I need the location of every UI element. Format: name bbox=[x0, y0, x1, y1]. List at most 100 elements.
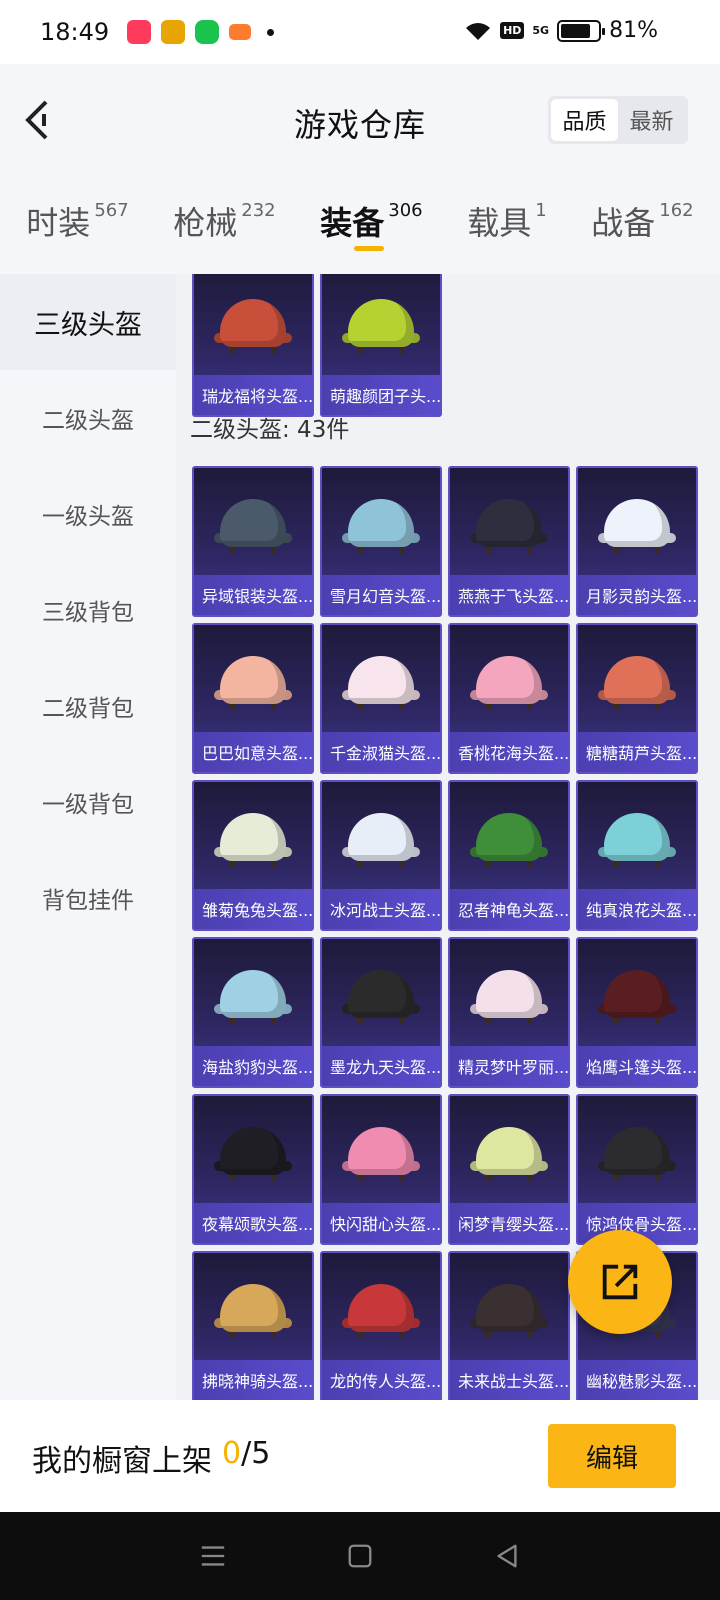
item-card[interactable]: 瑞龙福将头盔... bbox=[192, 274, 314, 417]
sidebar-item-level2-helmet[interactable]: 二级头盔 bbox=[0, 370, 176, 466]
share-icon bbox=[602, 1264, 638, 1300]
item-helmet-icon bbox=[342, 1121, 420, 1181]
item-thumbnail bbox=[194, 468, 312, 578]
item-card[interactable]: 闲梦青缨头盔... bbox=[448, 1094, 570, 1245]
item-thumbnail bbox=[322, 1096, 440, 1206]
notification-icons bbox=[127, 20, 275, 44]
item-content[interactable]: 瑞龙福将头盔... 萌趣颜团子头... 二级头盔: 43件 异域银装头盔... 雪月… bbox=[176, 274, 720, 1400]
sidebar-item-level1-helmet[interactable]: 一级头盔 bbox=[0, 466, 176, 562]
item-card[interactable]: 萌趣颜团子头... bbox=[320, 274, 442, 417]
helmet-dome bbox=[476, 1127, 542, 1175]
tab-fashion[interactable]: 时装 567 bbox=[26, 170, 128, 274]
item-card[interactable]: 海盐豹豹头盔... bbox=[192, 937, 314, 1088]
item-name: 墨龙九天头盔... bbox=[322, 1046, 440, 1086]
item-thumbnail bbox=[578, 939, 696, 1049]
item-name: 闲梦青缨头盔... bbox=[450, 1203, 568, 1243]
item-thumbnail bbox=[322, 939, 440, 1049]
item-thumbnail bbox=[578, 468, 696, 578]
share-button[interactable] bbox=[568, 1230, 672, 1334]
item-name: 巴巴如意头盔... bbox=[194, 732, 312, 772]
home-nav-button[interactable] bbox=[340, 1536, 380, 1576]
helmet-dome bbox=[348, 299, 414, 347]
item-card[interactable]: 墨龙九天头盔... bbox=[320, 937, 442, 1088]
tab-equipment[interactable]: 装备 306 bbox=[320, 170, 423, 274]
item-card[interactable]: 快闪甜心头盔... bbox=[320, 1094, 442, 1245]
item-helmet-icon bbox=[470, 1278, 548, 1338]
item-name: 快闪甜心头盔... bbox=[322, 1203, 440, 1243]
battery-percent: 81% bbox=[609, 18, 658, 43]
sidebar-item-level3-helmet[interactable]: 三级头盔 bbox=[0, 274, 176, 370]
item-card[interactable]: 香桃花海头盔... bbox=[448, 623, 570, 774]
item-card[interactable]: 糖糖葫芦头盔... bbox=[576, 623, 698, 774]
sidebar-item-backpack-charm[interactable]: 背包挂件 bbox=[0, 850, 176, 946]
item-helmet-icon bbox=[214, 807, 292, 867]
item-name: 雪月幻音头盔... bbox=[322, 575, 440, 615]
helmet-dome bbox=[348, 1127, 414, 1175]
section-title: 二级头盔: 43件 bbox=[190, 417, 350, 443]
sort-toggle: 品质 最新 bbox=[548, 96, 688, 144]
more-notifications-dot-icon bbox=[267, 28, 275, 36]
system-nav-bar bbox=[0, 1512, 720, 1600]
category-tabs: 时装 567 枪械 232 装备 306 载具 1 战备 162 bbox=[0, 170, 720, 274]
status-indicators: HD 5G 81% bbox=[464, 18, 658, 43]
item-card[interactable]: 精灵梦叶罗丽... bbox=[448, 937, 570, 1088]
home-square-icon bbox=[348, 1544, 372, 1568]
item-helmet-icon bbox=[214, 493, 292, 553]
item-helmet-icon bbox=[214, 1278, 292, 1338]
sort-option-latest[interactable]: 最新 bbox=[618, 99, 685, 141]
helmet-dome bbox=[220, 499, 286, 547]
item-name: 冰河战士头盔... bbox=[322, 889, 440, 929]
sidebar-item-level1-backpack[interactable]: 一级背包 bbox=[0, 754, 176, 850]
item-helmet-icon bbox=[470, 493, 548, 553]
item-card[interactable]: 巴巴如意头盔... bbox=[192, 623, 314, 774]
item-thumbnail bbox=[194, 1096, 312, 1206]
item-card[interactable]: 冰河战士头盔... bbox=[320, 780, 442, 931]
item-name: 夜幕颂歌头盔... bbox=[194, 1203, 312, 1243]
item-card[interactable]: 雪月幻音头盔... bbox=[320, 466, 442, 617]
sidebar-item-level2-backpack[interactable]: 二级背包 bbox=[0, 658, 176, 754]
signal-icon: 5G bbox=[532, 24, 550, 37]
item-card[interactable]: 龙的传人头盔... bbox=[320, 1251, 442, 1400]
edit-button[interactable]: 编辑 bbox=[548, 1424, 676, 1488]
hd-badge: HD bbox=[500, 22, 525, 39]
tab-vehicles[interactable]: 载具 1 bbox=[467, 170, 546, 274]
item-card[interactable]: 纯真浪花头盔... bbox=[576, 780, 698, 931]
item-card[interactable]: 异域银装头盔... bbox=[192, 466, 314, 617]
item-card[interactable]: 忍者神龟头盔... bbox=[448, 780, 570, 931]
item-name: 海盐豹豹头盔... bbox=[194, 1046, 312, 1086]
back-nav-button[interactable] bbox=[487, 1536, 527, 1576]
item-card[interactable]: 雏菊兔兔头盔... bbox=[192, 780, 314, 931]
item-card[interactable]: 未来战士头盔... bbox=[448, 1251, 570, 1400]
sort-option-quality[interactable]: 品质 bbox=[551, 99, 618, 141]
item-helmet-icon bbox=[342, 650, 420, 710]
status-time: 18:49 bbox=[40, 18, 110, 46]
tab-combat-gear[interactable]: 战备 162 bbox=[591, 170, 693, 274]
sidebar-item-level3-backpack[interactable]: 三级背包 bbox=[0, 562, 176, 658]
back-triangle-icon bbox=[497, 1544, 517, 1568]
item-card[interactable]: 月影灵韵头盔... bbox=[576, 466, 698, 617]
wifi-icon bbox=[464, 20, 492, 42]
item-helmet-icon bbox=[470, 650, 548, 710]
tab-guns[interactable]: 枪械 232 bbox=[173, 170, 275, 274]
item-thumbnail bbox=[578, 782, 696, 892]
helmet-dome bbox=[604, 656, 670, 704]
helmet-dome bbox=[476, 813, 542, 861]
helmet-dome bbox=[604, 813, 670, 861]
menu-nav-button[interactable] bbox=[193, 1536, 233, 1576]
item-card[interactable]: 夜幕颂歌头盔... bbox=[192, 1094, 314, 1245]
sidebar: 三级头盔 二级头盔 一级头盔 三级背包 二级背包 一级背包 背包挂件 bbox=[0, 274, 176, 1400]
item-thumbnail bbox=[194, 939, 312, 1049]
item-helmet-icon bbox=[598, 650, 676, 710]
item-helmet-icon bbox=[342, 807, 420, 867]
item-card[interactable]: 焰鹰斗篷头盔... bbox=[576, 937, 698, 1088]
item-card[interactable]: 燕燕于飞头盔... bbox=[448, 466, 570, 617]
item-card[interactable]: 千金淑猫头盔... bbox=[320, 623, 442, 774]
helmet-dome bbox=[348, 1284, 414, 1332]
item-card[interactable]: 惊鸿侠骨头盔... bbox=[576, 1094, 698, 1245]
item-helmet-icon bbox=[342, 293, 420, 353]
helmet-dome bbox=[220, 656, 286, 704]
item-card[interactable]: 拂晓神骑头盔... bbox=[192, 1251, 314, 1400]
item-name: 焰鹰斗篷头盔... bbox=[578, 1046, 696, 1086]
item-name: 纯真浪花头盔... bbox=[578, 889, 696, 929]
item-thumbnail bbox=[194, 1253, 312, 1363]
